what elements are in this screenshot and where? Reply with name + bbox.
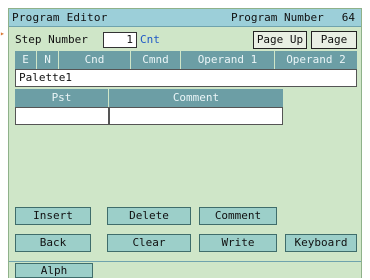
insert-button[interactable]: Insert bbox=[15, 207, 91, 225]
bottom-bar: Alph bbox=[9, 261, 361, 278]
delete-button[interactable]: Delete bbox=[107, 207, 191, 225]
alph-button[interactable]: Alph bbox=[15, 263, 93, 278]
step-row: Step Number 1 Cnt Page Up Page Dn bbox=[9, 29, 361, 62]
page-down-button[interactable]: Page Dn bbox=[311, 31, 357, 62]
back-button[interactable]: Back bbox=[15, 234, 91, 252]
title-bar: Program Editor Program Number 64 bbox=[9, 9, 361, 27]
column-header-comment: Comment bbox=[109, 89, 283, 107]
step-number-field[interactable]: 1 bbox=[103, 32, 137, 48]
column-header-cmnd: Cmnd bbox=[131, 51, 181, 69]
comment-button[interactable]: Comment bbox=[199, 207, 277, 225]
column-header-n: N bbox=[37, 51, 59, 69]
palette-row[interactable]: Palette1 bbox=[15, 69, 357, 87]
screen-title: Program Editor bbox=[12, 11, 108, 24]
comment-cell[interactable] bbox=[109, 107, 283, 125]
column-header-pst: Pst bbox=[15, 89, 109, 107]
program-editor-screen: Program Editor Program Number 64 Step Nu… bbox=[8, 8, 362, 278]
clear-button[interactable]: Clear bbox=[107, 234, 191, 252]
column-header-operand-1: Operand 1 bbox=[181, 51, 275, 69]
program-number-label: Program Number bbox=[231, 11, 324, 24]
write-button[interactable]: Write bbox=[199, 234, 277, 252]
program-number-value: 64 bbox=[341, 11, 355, 24]
cnt-label: Cnt bbox=[140, 33, 160, 46]
page-up-button[interactable]: Page Up bbox=[253, 31, 307, 49]
pst-cell[interactable] bbox=[15, 107, 109, 125]
edge-arrow-icon: ▸ bbox=[0, 29, 5, 38]
column-header-cnd: Cnd bbox=[59, 51, 131, 69]
column-header-operand-2: Operand 2 bbox=[275, 51, 357, 69]
column-header-e: E bbox=[15, 51, 37, 69]
keyboard-button[interactable]: Keyboard bbox=[285, 234, 357, 252]
step-number-label: Step Number bbox=[15, 33, 88, 46]
